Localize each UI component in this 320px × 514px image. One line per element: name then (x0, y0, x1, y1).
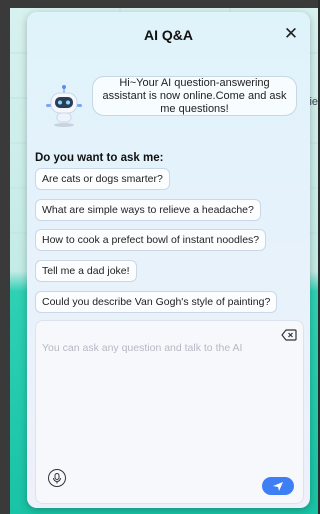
suggestion-chip[interactable]: Tell me a dad joke! (35, 260, 137, 282)
suggestion-chip[interactable]: How to cook a prefect bowl of instant no… (35, 229, 267, 251)
ask-label: Do you want to ask me: (35, 152, 164, 164)
close-button[interactable]: ✕ (282, 25, 300, 43)
panel-title: AI Q&A (144, 27, 193, 43)
input-placeholder: You can ask any question and talk to the… (42, 342, 243, 354)
panel-header: AI Q&A (27, 12, 310, 58)
robot-avatar-icon (46, 85, 82, 127)
question-input[interactable]: You can ask any question and talk to the… (35, 320, 304, 504)
ai-qa-panel: AI Q&A ✕ Hi~Your AI question-answering a… (27, 12, 310, 508)
close-icon: ✕ (283, 24, 299, 43)
suggestion-chip[interactable]: Could you describe Van Gogh's style of p… (35, 291, 278, 313)
send-icon (273, 481, 283, 491)
send-button[interactable] (262, 477, 294, 495)
greeting-bubble: Hi~Your AI question-answering assistant … (92, 76, 297, 116)
voice-button[interactable] (48, 469, 66, 487)
suggestion-chip[interactable]: Are cats or dogs smarter? (35, 168, 170, 190)
suggestion-chip[interactable]: What are simple ways to relieve a headac… (35, 199, 261, 221)
microphone-icon (53, 472, 61, 483)
background-cut-text: ie (309, 96, 318, 108)
backspace-icon[interactable] (281, 329, 297, 341)
greeting-text: Hi~Your AI question-answering assistant … (102, 76, 287, 115)
